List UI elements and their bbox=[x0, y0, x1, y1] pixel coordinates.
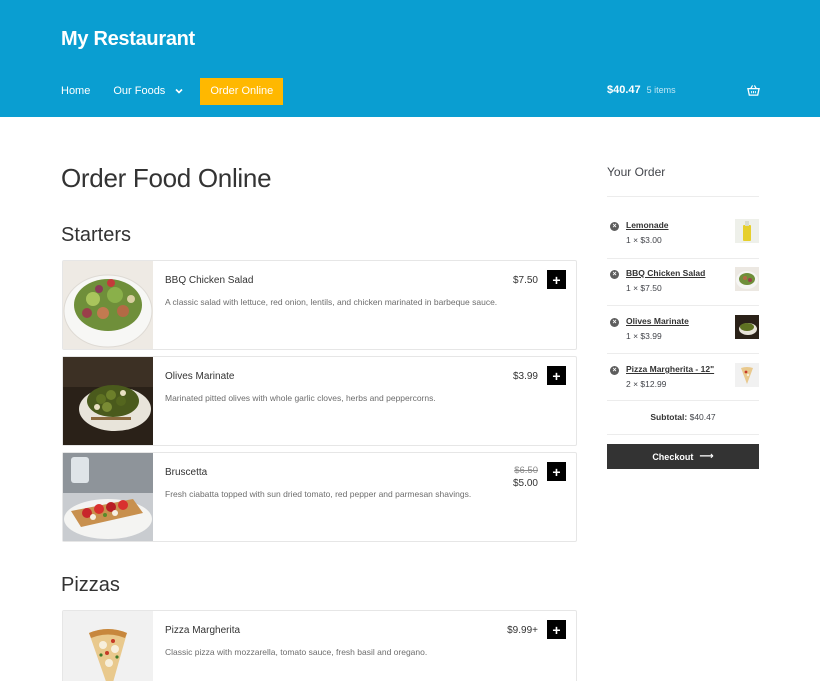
item-name: Pizza Margherita bbox=[165, 625, 241, 636]
menu-item-olives-marinate: Olives Marinate Marinated pitted olives … bbox=[62, 356, 577, 446]
lemonade-thumbnail bbox=[735, 219, 759, 243]
bbq-chicken-salad-photo[interactable] bbox=[63, 261, 153, 349]
pizza-margherita-photo[interactable] bbox=[63, 611, 153, 681]
section-title-pizzas: Pizzas bbox=[61, 574, 120, 596]
header-cart-summary[interactable]: $40.47 5 items bbox=[607, 84, 676, 96]
page-title: Order Food Online bbox=[61, 163, 272, 193]
checkout-button[interactable]: Checkout ⟶ bbox=[607, 444, 759, 469]
add-to-cart-button[interactable]: + bbox=[547, 366, 566, 385]
primary-nav: Home Our Foods Order Online bbox=[61, 77, 284, 105]
nav-home[interactable]: Home bbox=[61, 85, 90, 97]
subtotal-value: $40.47 bbox=[689, 412, 716, 422]
order-item-qty: 1 × $7.50 bbox=[626, 283, 662, 293]
remove-icon[interactable]: × bbox=[610, 318, 619, 327]
item-name: Bruscetta bbox=[165, 467, 208, 478]
item-description: Classic pizza with mozzarella, tomato sa… bbox=[165, 647, 428, 657]
add-to-cart-button[interactable]: + bbox=[547, 462, 566, 481]
add-to-cart-button[interactable]: + bbox=[547, 620, 566, 639]
add-to-cart-button[interactable]: + bbox=[547, 270, 566, 289]
item-description: Fresh ciabatta topped with sun dried tom… bbox=[165, 489, 472, 499]
menu-item-bbq-chicken-salad: BBQ Chicken Salad A classic salad with l… bbox=[62, 260, 577, 350]
bbq-chicken-salad-thumbnail bbox=[735, 267, 759, 291]
order-item-name[interactable]: BBQ Chicken Salad bbox=[626, 268, 705, 278]
nav-our-foods[interactable]: Our Foods bbox=[113, 85, 184, 97]
nav-order-online-button[interactable]: Order Online bbox=[200, 77, 284, 105]
divider bbox=[607, 305, 759, 306]
item-name: Olives Marinate bbox=[165, 371, 235, 382]
remove-icon[interactable]: × bbox=[610, 222, 619, 231]
order-line-item: × Olives Marinate 1 × $3.99 bbox=[607, 315, 759, 355]
order-subtotal: Subtotal: $40.47 bbox=[607, 412, 759, 422]
divider bbox=[607, 196, 759, 197]
subtotal-label: Subtotal: bbox=[650, 412, 688, 422]
order-line-item: × BBQ Chicken Salad 1 × $7.50 bbox=[607, 267, 759, 307]
item-name: BBQ Chicken Salad bbox=[165, 275, 254, 286]
item-price: $7.50 bbox=[512, 275, 538, 286]
section-title-starters: Starters bbox=[61, 224, 132, 246]
order-item-qty: 1 × $3.99 bbox=[626, 331, 662, 341]
item-description: A classic salad with lettuce, red onion,… bbox=[165, 297, 498, 307]
remove-icon[interactable]: × bbox=[610, 366, 619, 375]
item-price: $9.99+ bbox=[507, 625, 538, 636]
cart-item-count: 5 items bbox=[646, 85, 676, 95]
olives-marinate-photo[interactable] bbox=[63, 357, 153, 445]
site-header: My Restaurant Home Our Foods Order Onlin… bbox=[0, 0, 820, 117]
order-item-name[interactable]: Olives Marinate bbox=[626, 316, 689, 326]
bruscetta-photo[interactable] bbox=[63, 453, 153, 541]
chevron-down-icon bbox=[175, 88, 183, 94]
item-description: Marinated pitted olives with whole garli… bbox=[165, 393, 436, 403]
order-item-qty: 1 × $3.00 bbox=[626, 235, 662, 245]
divider bbox=[607, 400, 759, 401]
site-title[interactable]: My Restaurant bbox=[61, 28, 195, 51]
basket-icon[interactable] bbox=[747, 84, 760, 97]
divider bbox=[607, 258, 759, 259]
divider bbox=[607, 353, 759, 354]
order-line-item: × Lemonade 1 × $3.00 bbox=[607, 219, 759, 259]
your-order-title: Your Order bbox=[607, 165, 666, 179]
divider bbox=[607, 434, 759, 435]
item-original-price: $6.50 bbox=[514, 465, 538, 476]
menu-item-bruscetta: Bruscetta Fresh ciabatta topped with sun… bbox=[62, 452, 577, 542]
item-price: $3.99 bbox=[512, 371, 538, 382]
order-item-name[interactable]: Lemonade bbox=[626, 220, 669, 230]
menu-item-pizza-margherita: Pizza Margherita Classic pizza with mozz… bbox=[62, 610, 577, 681]
order-item-qty: 2 × $12.99 bbox=[626, 379, 667, 389]
arrow-right-icon: ⟶ bbox=[699, 451, 714, 462]
item-sale-price: $5.00 bbox=[512, 478, 538, 489]
pizza-margherita-thumbnail bbox=[735, 363, 759, 387]
remove-icon[interactable]: × bbox=[610, 270, 619, 279]
cart-total: $40.47 bbox=[607, 84, 641, 96]
olives-marinate-thumbnail bbox=[735, 315, 759, 339]
order-item-name[interactable]: Pizza Margherita - 12" bbox=[626, 364, 714, 374]
nav-our-foods-label: Our Foods bbox=[113, 85, 166, 97]
checkout-label: Checkout bbox=[652, 451, 694, 462]
order-line-item: × Pizza Margherita - 12" 2 × $12.99 bbox=[607, 363, 759, 403]
